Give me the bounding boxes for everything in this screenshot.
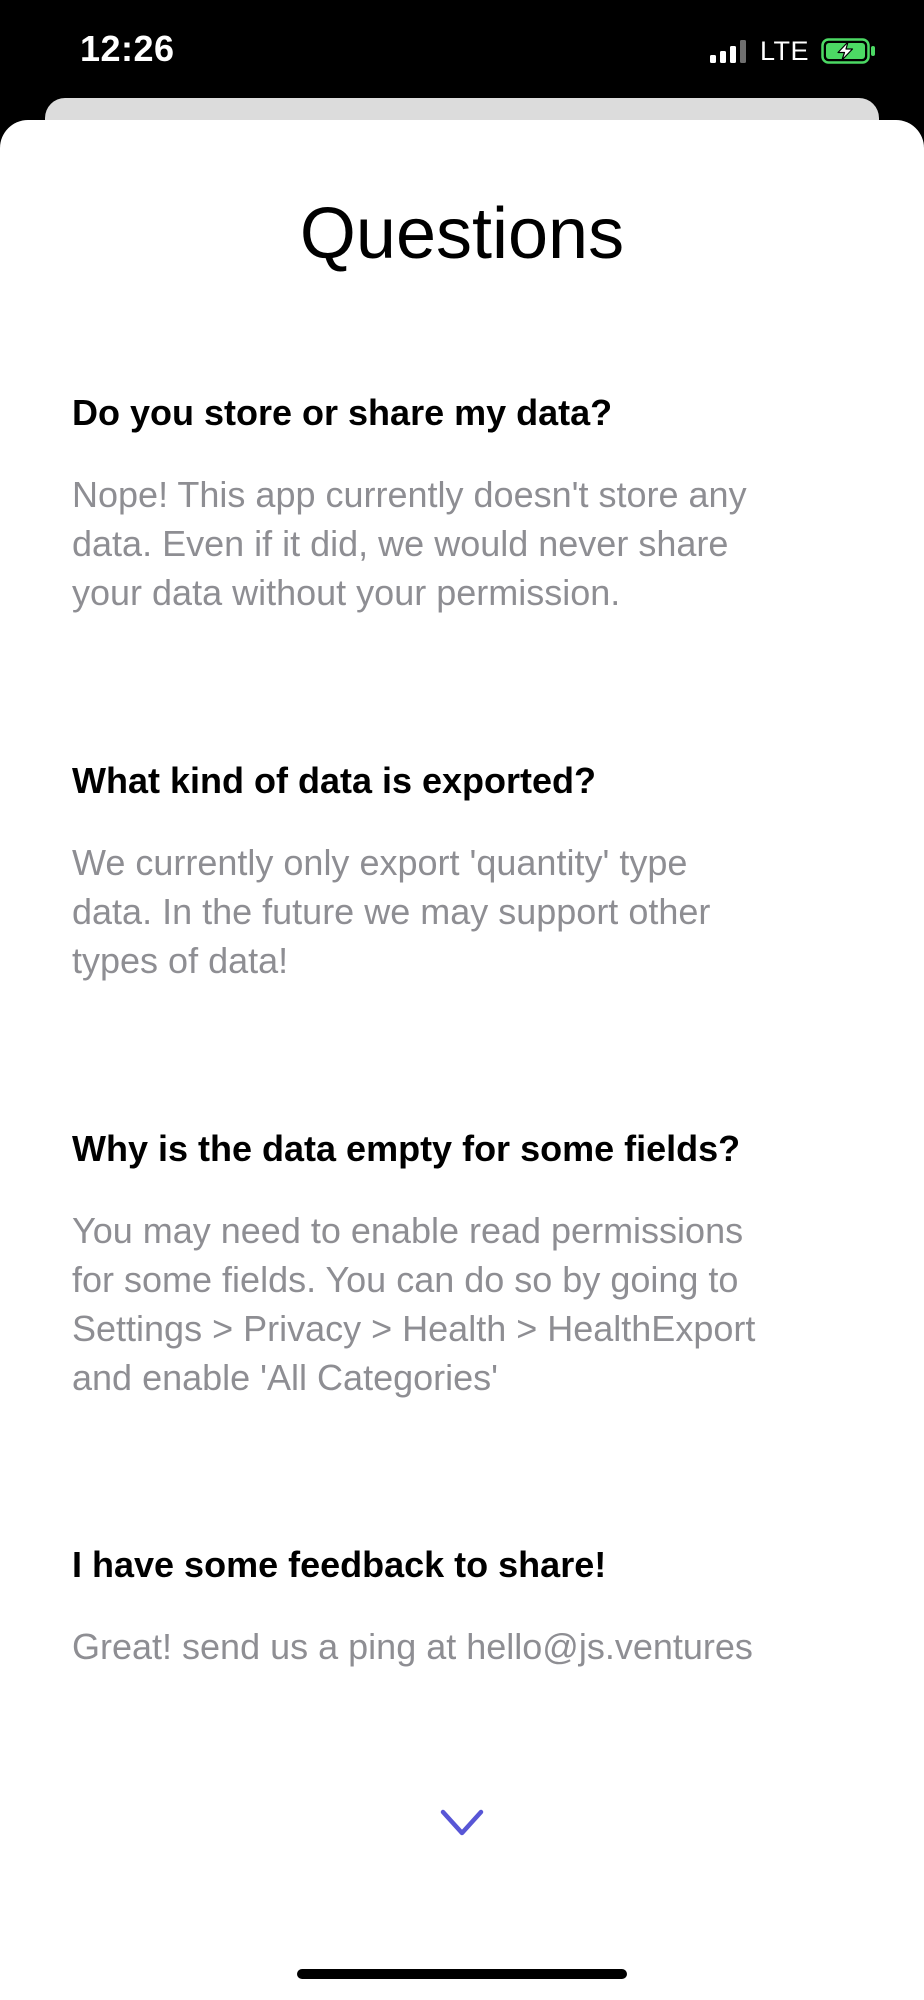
answer-line: data. In the future we may support other [72,891,711,932]
faq-answer-empty-fields: You may need to enable read permissions … [72,1206,902,1402]
answer-line: your data without your permission. [72,572,621,613]
home-indicator[interactable] [297,1969,627,1979]
network-type-label: LTE [759,35,809,66]
answer-line: You may need to enable read permissions [72,1210,744,1251]
answer-line: Nope! This app currently doesn't store a… [72,474,747,515]
faq-question-empty-fields: Why is the data empty for some fields? [72,1128,741,1169]
battery-charging-icon [821,38,875,64]
faq-answer-feedback: Great! send us a ping at hello@js.ventur… [72,1622,902,1671]
answer-line: Settings > Privacy > Health > HealthExpo… [72,1308,756,1349]
faq-answer-store-share: Nope! This app currently doesn't store a… [72,470,902,617]
answer-line: types of data! [72,940,289,981]
status-indicators: LTE [709,35,877,66]
faq-question-store-share: Do you store or share my data? [72,392,613,433]
faq-question-exported-data: What kind of data is exported? [72,760,597,801]
answer-line: data. Even if it did, we would never sha… [72,523,729,564]
answer-line: for some fields. You can do so by going … [72,1259,739,1300]
cellular-signal-icon [709,39,750,63]
answer-line: and enable 'All Categories' [72,1357,499,1398]
status-bar: 12:26 LTE [0,0,924,100]
status-time: 12:26 [80,28,175,69]
faq-question-feedback: I have some feedback to share! [72,1544,607,1585]
faq-answer-exported-data: We currently only export 'quantity' type… [72,838,902,985]
answer-line: We currently only export 'quantity' type [72,842,688,883]
answer-line: Great! send us a ping at hello@js.ventur… [72,1626,753,1667]
page-title: Questions [299,194,625,274]
chevron-down-icon[interactable] [439,1808,485,1838]
